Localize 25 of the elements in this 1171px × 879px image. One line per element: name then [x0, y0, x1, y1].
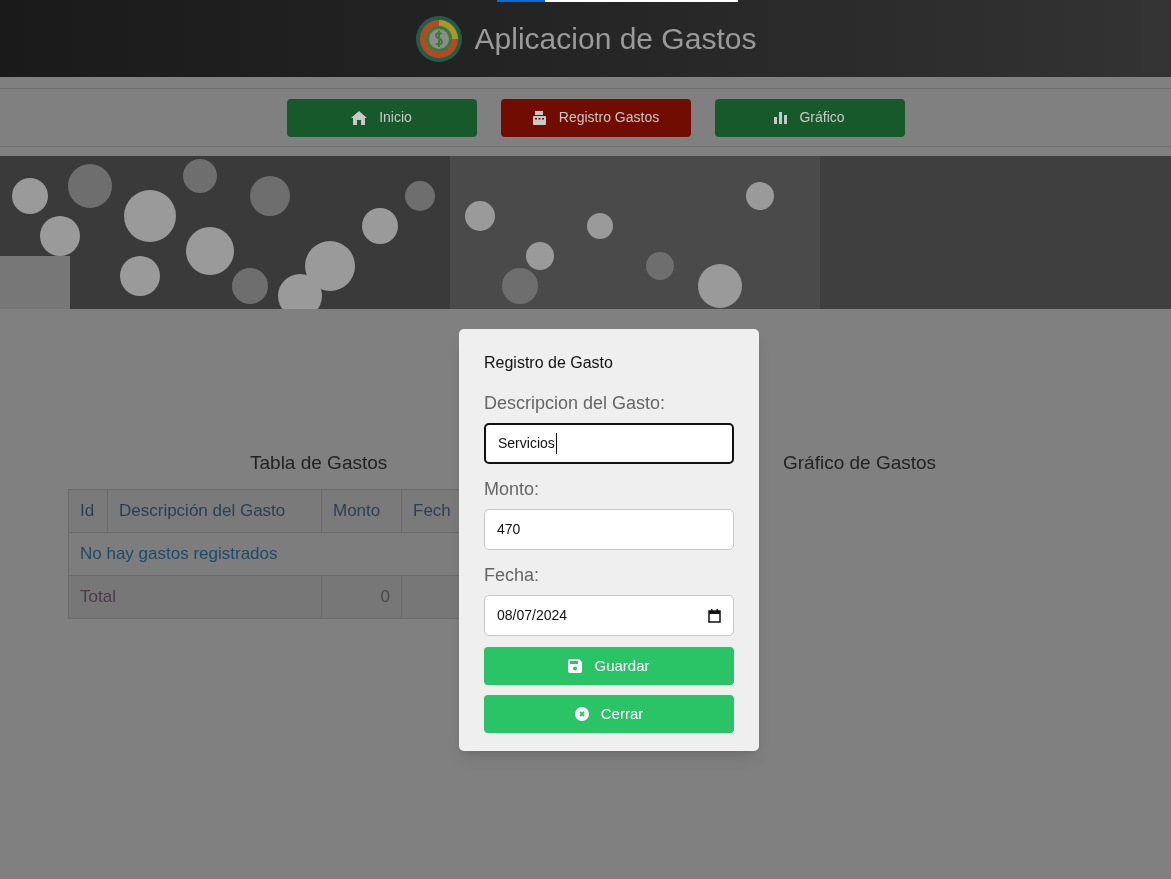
chart-title: Gráfico de Gastos — [783, 451, 937, 475]
bar-chart-icon — [774, 111, 788, 124]
coin-logo-icon — [414, 14, 463, 63]
field-label: Monto: — [484, 478, 541, 501]
nav-tab[interactable]: Inicio — [286, 98, 477, 137]
nav-tab[interactable]: Registro Gastos — [500, 98, 691, 137]
field-label: Fecha: — [484, 564, 541, 587]
modal-title: Registro de Gasto — [484, 353, 614, 373]
close-icon — [574, 707, 589, 721]
table-cell: Total — [69, 576, 322, 618]
table-title: Tabla de Gastos — [250, 451, 388, 475]
app-title: Aplicacion de Gastos — [474, 21, 757, 57]
home-icon — [351, 110, 368, 125]
input-field[interactable]: 470 — [484, 509, 734, 550]
column-header: Id — [69, 490, 108, 532]
nav-tab[interactable]: Gráfico — [714, 98, 905, 137]
input-field[interactable]: Servicios — [484, 423, 734, 464]
column-header: Monto — [322, 490, 402, 532]
column-header: Descripción del Gasto — [108, 490, 322, 532]
column-header: Fech — [412, 500, 452, 523]
save-icon — [568, 659, 583, 673]
calendar-icon[interactable] — [708, 608, 721, 623]
field-label: Descripcion del Gasto: — [484, 392, 667, 415]
cash-register-icon — [531, 110, 547, 125]
date-field[interactable]: 08/07/2024 — [484, 595, 734, 636]
